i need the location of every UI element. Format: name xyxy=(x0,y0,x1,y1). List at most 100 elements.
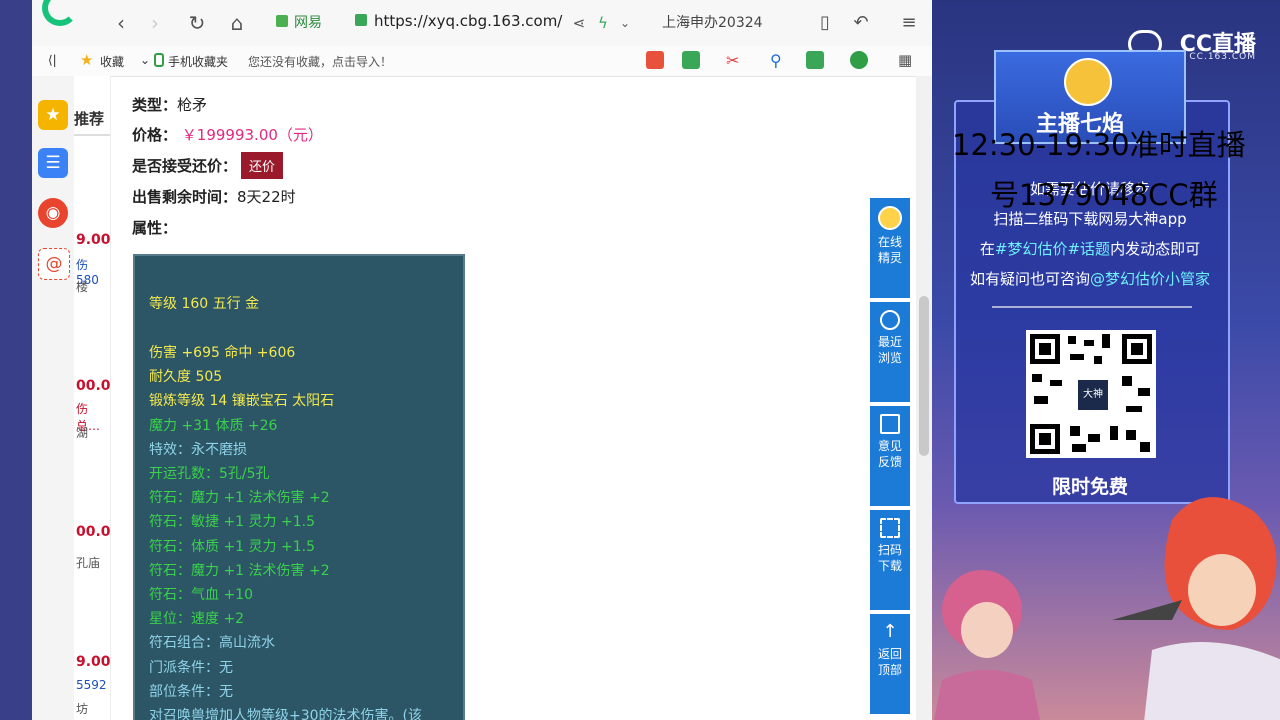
promo-text: 如有疑问也可咨询 xyxy=(969,270,1090,288)
bookmark-import-hint[interactable]: 您还没有收藏，点击导入！ xyxy=(248,53,392,70)
listing-strip: 推荐 9.00 伤580 楼 00.00 伤总… 湖 00.00 孔庙 9.00… xyxy=(74,76,111,720)
game-icon[interactable] xyxy=(806,51,824,69)
news-icon[interactable]: ☰ xyxy=(38,148,68,178)
price-label: 价格： xyxy=(132,126,178,144)
attribute-panel: 等级 160 五行 金 伤害 +695 命中 +606 耐久度 505 锻炼等级… xyxy=(133,254,465,720)
item-counter-offer: 是否接受还价： 还价 xyxy=(132,152,284,179)
item-time-left: 出售剩余时间：8天22时 xyxy=(132,186,296,207)
shield-icon[interactable] xyxy=(850,51,868,69)
bookmark-mobile[interactable]: 手机收藏夹 xyxy=(168,53,228,70)
favorites-star-icon[interactable]: ★ xyxy=(38,100,68,130)
bookmark-favorites[interactable]: 收藏 xyxy=(100,53,124,70)
tab-recommend[interactable]: 推荐 xyxy=(74,104,110,136)
anchor-avatar xyxy=(1064,58,1112,106)
promo-line-3: 在#梦幻估价#话题内发动态即可 xyxy=(954,238,1226,259)
float-label: 返回顶部 xyxy=(877,647,902,677)
type-label: 类型： xyxy=(132,96,178,114)
attr-line: 部位条件：无 xyxy=(149,684,233,700)
chevron-down-icon[interactable]: ⌄ xyxy=(612,10,638,36)
assistant-avatar-icon xyxy=(878,206,902,230)
recent-browse-button[interactable]: 最近浏览 xyxy=(870,302,910,402)
strip-sub: 5592 xyxy=(76,678,107,692)
attr-line: 耐久度 505 xyxy=(149,369,223,385)
qr-code: 大神 xyxy=(1026,330,1156,458)
cc-brand-sub: CC.163.COM xyxy=(1189,52,1256,62)
apps-icon[interactable]: ▦ xyxy=(898,51,916,69)
scissors-icon[interactable]: ✂ xyxy=(726,51,744,70)
time-label: 出售剩余时间： xyxy=(132,188,238,206)
feedback-button[interactable]: 意见反馈 xyxy=(870,406,910,506)
attr-line: 符石：体质 +1 灵力 +1.5 xyxy=(149,539,315,555)
page-scrollbar[interactable] xyxy=(916,76,932,720)
search-icon[interactable]: ⚲ xyxy=(770,51,788,70)
divider xyxy=(992,306,1192,308)
strip-sub: 孔庙 xyxy=(76,556,101,570)
promo-text: 内发动态即可 xyxy=(1110,240,1201,258)
attr-line: 对召唤兽增加人物等级+30的法术伤害。(该 xyxy=(149,708,423,720)
scan-download-button[interactable]: 扫码下载 xyxy=(870,510,910,610)
strip-price: 00.00 xyxy=(76,378,111,394)
phone-icon xyxy=(154,53,164,67)
clock-icon xyxy=(880,310,900,330)
browser-logo-icon xyxy=(42,0,78,26)
chevron-down-icon[interactable]: ⌄ xyxy=(140,53,150,67)
browser-window: ‹ › ↻ ⌂ 网易 https://xyq.cbg.163.com/ ⋖ ϟ … xyxy=(32,0,932,720)
extension-icon[interactable] xyxy=(682,51,700,69)
attr-line: 符石组合：高山流水 xyxy=(149,635,275,651)
attr-label: 属性： xyxy=(132,219,178,237)
item-attributes-label: 属性： xyxy=(132,217,177,238)
lock-icon xyxy=(355,14,367,26)
promo-line-4: 如有疑问也可咨询@梦幻估价小管家 xyxy=(954,268,1226,289)
edit-icon xyxy=(880,414,900,434)
arrow-up-icon: ↑ xyxy=(882,621,898,642)
mail-icon[interactable]: @ xyxy=(38,248,70,280)
item-price: 价格： ￥199993.00（元） xyxy=(132,124,323,145)
promo-hashtag: #梦幻估价#话题 xyxy=(994,240,1111,258)
item-type: 类型：枪矛 xyxy=(132,94,207,115)
site-label: 网易 xyxy=(294,15,322,31)
site-grid-icon xyxy=(276,15,288,27)
game-character-illustration xyxy=(1112,497,1280,720)
strip-sub: 坊 xyxy=(76,702,89,716)
attr-line: 特效：永不磨损 xyxy=(149,442,247,458)
attr-line: 锻炼等级 14 镶嵌宝石 太阳石 xyxy=(149,393,335,409)
back-icon[interactable]: ‹ xyxy=(108,10,134,36)
star-icon: ★ xyxy=(80,51,94,69)
online-assistant-button[interactable]: 在线精灵 xyxy=(870,198,910,298)
share-icon[interactable]: ⋖ xyxy=(566,10,592,36)
attr-line: 符石：敏捷 +1 灵力 +1.5 xyxy=(149,514,315,530)
address-bar[interactable]: https://xyq.cbg.163.com/ xyxy=(374,12,562,30)
refresh-icon[interactable]: ↻ xyxy=(184,10,210,36)
time-value: 8天22时 xyxy=(237,188,296,206)
attr-line: 符石：魔力 +1 法术伤害 +2 xyxy=(149,563,330,579)
type-value: 枪矛 xyxy=(177,96,208,114)
bookmarks-bar: ⟨| ★ 收藏 ⌄ 手机收藏夹 您还没有收藏，点击导入！ ✂ ⚲ ▦ xyxy=(32,46,932,77)
menu-icon[interactable]: ≡ xyxy=(896,10,922,36)
weibo-icon[interactable]: ◉ xyxy=(38,198,68,228)
price-value: ￥199993.00（元） xyxy=(181,126,323,144)
home-icon[interactable]: ⌂ xyxy=(224,10,250,36)
sidebar-toggle-icon[interactable]: ⟨| xyxy=(48,53,57,67)
attr-line: 符石：气血 +10 xyxy=(149,587,253,603)
promo-line-2: 扫描二维码下载网易大神app xyxy=(993,210,1187,228)
browser-sidebar: ★ ☰ ◉ @ xyxy=(32,76,75,720)
counter-offer-button[interactable]: 还价 xyxy=(241,152,284,179)
search-input[interactable]: 上海申办20324 xyxy=(662,12,763,32)
float-label: 扫码下载 xyxy=(877,543,902,573)
forward-icon[interactable]: › xyxy=(142,10,168,36)
strip-sub: 楼 xyxy=(76,280,89,294)
left-edge xyxy=(0,0,32,720)
attr-line: 符石：魔力 +1 法术伤害 +2 xyxy=(149,490,330,506)
undo-icon[interactable]: ↶ xyxy=(848,10,874,36)
strip-sub: 湖 xyxy=(76,426,89,440)
attr-line: 魔力 +31 体质 +26 xyxy=(149,418,278,434)
float-label: 最近浏览 xyxy=(877,335,902,365)
calendar-icon[interactable] xyxy=(646,51,664,69)
qr-app-badge: 大神 xyxy=(1076,378,1110,412)
attr-line: 等级 160 五行 金 xyxy=(149,296,260,312)
stream-schedule: 12:30-19:30准时直播 xyxy=(952,128,1246,162)
scan-icon xyxy=(880,518,900,538)
back-to-top-button[interactable]: ↑ 返回顶部 xyxy=(870,614,910,714)
bookmark-icon[interactable]: ▯ xyxy=(812,10,838,36)
scrollbar-thumb[interactable] xyxy=(919,296,929,456)
